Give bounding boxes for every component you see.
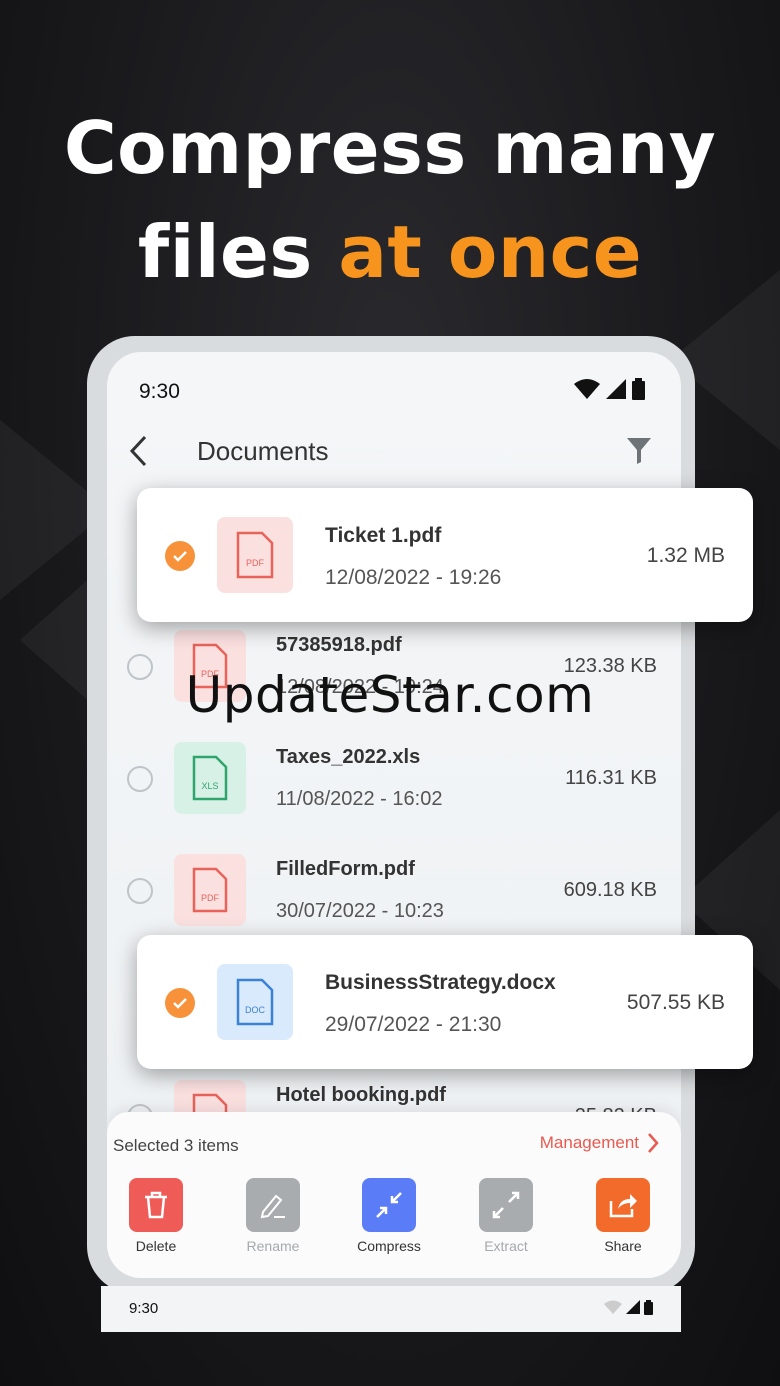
compress-button[interactable]: Compress <box>344 1178 434 1254</box>
signal-icon <box>606 379 626 399</box>
action-label: Share <box>604 1238 642 1254</box>
svg-text:PDF: PDF <box>201 893 220 903</box>
headline-plain: files <box>137 210 339 294</box>
list-item[interactable]: XLS Taxes_2022.xls 11/08/2022 - 16:02 11… <box>107 720 681 832</box>
xls-file-icon: XLS <box>174 742 246 814</box>
signal-icon <box>626 1300 640 1314</box>
file-date: 11/08/2022 - 16:02 <box>276 788 443 810</box>
file-name: FilledForm.pdf <box>276 858 415 880</box>
page-title: Documents <box>197 436 329 466</box>
extract-button[interactable]: Extract <box>461 1178 551 1254</box>
headline-accent: at once <box>338 210 643 294</box>
headline-line-2: files at once <box>0 200 780 304</box>
file-size: 507.55 KB <box>626 991 725 1014</box>
headline-line-1: Compress many <box>63 106 717 190</box>
svg-text:PDF: PDF <box>246 558 265 568</box>
back-arrow-icon[interactable] <box>127 434 151 468</box>
headline: Compress many files at once <box>0 96 780 304</box>
file-date: 29/07/2022 - 21:30 <box>325 1013 502 1036</box>
svg-text:XLS: XLS <box>201 781 218 791</box>
share-icon <box>596 1178 650 1232</box>
rename-button[interactable]: Rename <box>228 1178 318 1254</box>
status-time: 9:30 <box>139 380 180 403</box>
chevron-right-icon <box>648 1133 659 1153</box>
file-name: Ticket 1.pdf <box>325 524 442 547</box>
status-time: 9:30 <box>129 1300 159 1317</box>
selected-file-card[interactable]: DOC BusinessStrategy.docx 29/07/2022 - 2… <box>137 935 753 1069</box>
action-label: Extract <box>484 1238 528 1254</box>
selected-file-card[interactable]: PDF Ticket 1.pdf 12/08/2022 - 19:26 1.32… <box>137 488 753 622</box>
management-label: Management <box>539 1133 639 1152</box>
share-button[interactable]: Share <box>578 1178 668 1254</box>
file-date: 12/08/2022 - 19:26 <box>325 566 502 589</box>
status-icons <box>604 1300 653 1315</box>
pencil-icon <box>246 1178 300 1232</box>
svg-text:DOC: DOC <box>245 1005 266 1015</box>
battery-icon <box>632 378 645 400</box>
file-date: 30/07/2022 - 10:23 <box>276 900 444 922</box>
checkbox-checked-icon[interactable] <box>165 541 195 571</box>
file-size: 116.31 KB <box>565 767 657 789</box>
trash-icon <box>129 1178 183 1232</box>
action-label: Delete <box>135 1238 177 1254</box>
file-name: BusinessStrategy.docx <box>325 971 556 994</box>
file-size: 1.32 MB <box>646 544 725 567</box>
radio-button[interactable] <box>127 878 153 904</box>
list-item[interactable]: PDF FilledForm.pdf 30/07/2022 - 10:23 60… <box>107 832 681 944</box>
selection-count: Selected 3 items <box>113 1136 239 1155</box>
radio-button[interactable] <box>127 766 153 792</box>
bottom-action-sheet: Selected 3 items Management Delete Renam… <box>107 1112 681 1278</box>
watermark: UpdateStar.com <box>185 666 595 724</box>
management-link[interactable]: Management <box>540 1132 659 1154</box>
expand-icon <box>479 1178 533 1232</box>
checkbox-checked-icon[interactable] <box>165 988 195 1018</box>
doc-file-icon: DOC <box>217 964 293 1040</box>
pdf-file-icon: PDF <box>174 854 246 926</box>
file-name: 57385918.pdf <box>276 634 402 656</box>
file-name: Hotel booking.pdf <box>276 1084 446 1106</box>
file-size: 609.18 KB <box>563 879 657 901</box>
delete-button[interactable]: Delete <box>111 1178 201 1254</box>
file-name: Taxes_2022.xls <box>276 746 421 768</box>
status-icons <box>574 378 645 400</box>
action-label: Rename <box>246 1238 300 1254</box>
filter-icon[interactable] <box>627 438 651 464</box>
pdf-file-icon: PDF <box>217 517 293 593</box>
battery-icon <box>644 1300 653 1315</box>
wifi-icon <box>574 379 600 399</box>
compress-icon <box>362 1178 416 1232</box>
action-label: Compress <box>357 1238 421 1254</box>
secondary-status-bar: 9:30 <box>101 1286 681 1332</box>
wifi-icon <box>604 1300 622 1314</box>
